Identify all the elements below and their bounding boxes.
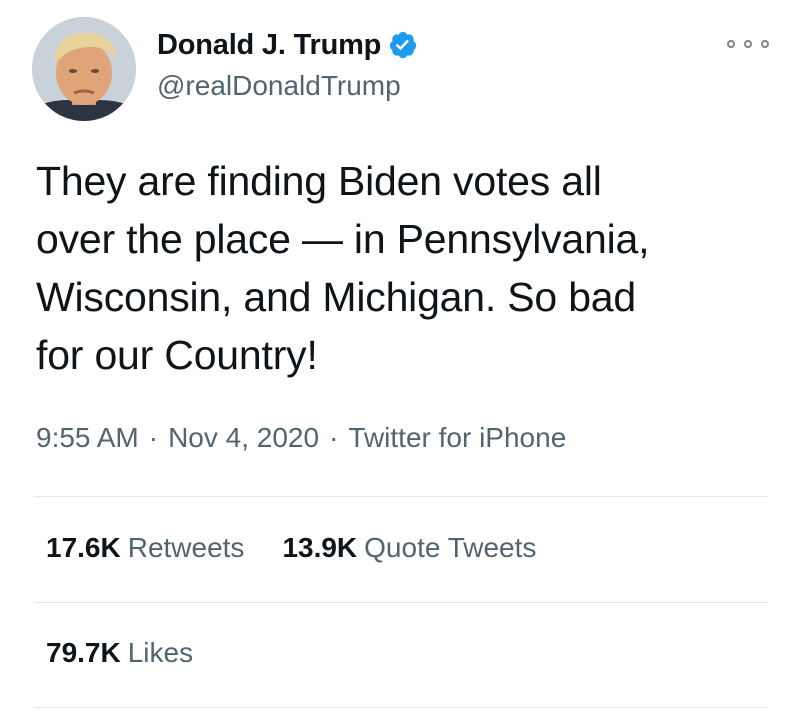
tweet-text: They are finding Biden votes all over th… bbox=[36, 158, 650, 378]
retweets-count: 17.6K bbox=[46, 532, 121, 563]
avatar[interactable] bbox=[32, 17, 136, 121]
engagement-row: 17.6K Retweets 13.9K Quote Tweets bbox=[46, 532, 574, 564]
divider bbox=[34, 707, 768, 708]
avatar-image bbox=[32, 17, 136, 121]
likes-count: 79.7K bbox=[46, 637, 121, 668]
tweet-card: Donald J. Trump @realDonaldTrump They ar… bbox=[0, 0, 800, 712]
meta-separator: · bbox=[148, 422, 159, 453]
retweets-stat[interactable]: 17.6K Retweets bbox=[46, 532, 244, 564]
verified-badge-icon bbox=[388, 30, 418, 60]
quote-tweets-stat[interactable]: 13.9K Quote Tweets bbox=[282, 532, 536, 564]
tweet-source[interactable]: Twitter for iPhone bbox=[348, 422, 566, 454]
display-name[interactable]: Donald J. Trump bbox=[157, 29, 381, 62]
likes-stat[interactable]: 79.7K Likes bbox=[46, 637, 193, 669]
likes-row: 79.7K Likes bbox=[46, 637, 231, 669]
more-options-icon[interactable] bbox=[727, 36, 769, 52]
author-name-row[interactable]: Donald J. Trump bbox=[157, 26, 418, 64]
divider bbox=[34, 602, 768, 603]
tweet-time[interactable]: 9:55 AM bbox=[36, 422, 139, 454]
likes-label: Likes bbox=[127, 637, 194, 668]
quote-tweets-label: Quote Tweets bbox=[364, 532, 537, 563]
tweet-date[interactable]: Nov 4, 2020 bbox=[168, 422, 319, 454]
divider bbox=[34, 496, 768, 497]
meta-separator: · bbox=[329, 422, 339, 453]
quote-tweets-count: 13.9K bbox=[282, 532, 358, 563]
tweet-meta: 9:55 AM · Nov 4, 2020 · Twitter for iPho… bbox=[36, 422, 566, 454]
retweets-label: Retweets bbox=[127, 532, 245, 563]
author-handle[interactable]: @realDonaldTrump bbox=[157, 70, 401, 102]
